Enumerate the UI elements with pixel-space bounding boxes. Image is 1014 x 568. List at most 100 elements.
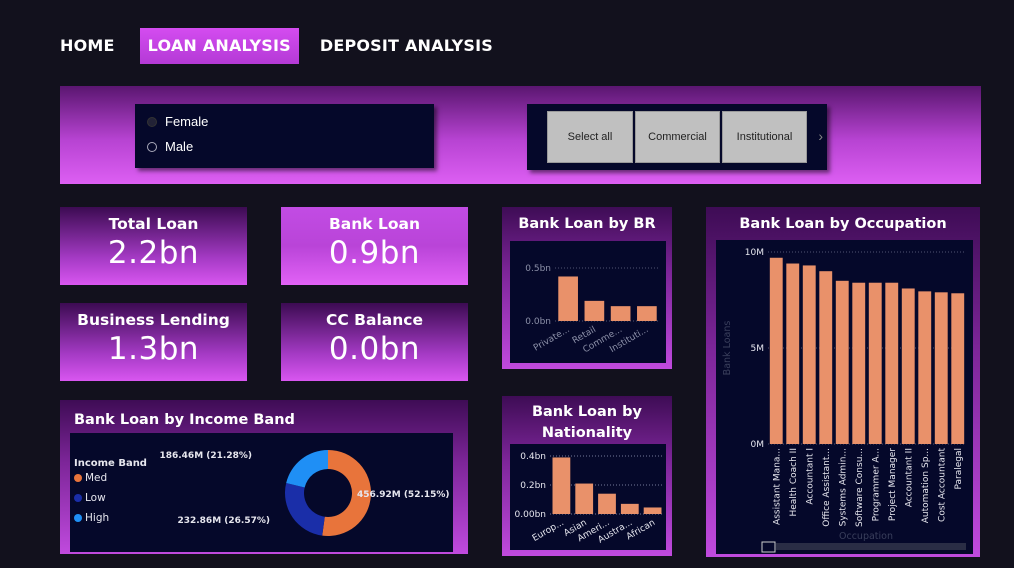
bar[interactable] xyxy=(835,280,849,444)
y-tick-label: 5M xyxy=(751,344,765,354)
bar[interactable] xyxy=(637,306,657,321)
bar[interactable] xyxy=(951,293,965,444)
chart-title: Bank Loan by Income Band xyxy=(74,412,295,428)
x-tick-label: Health Coach II xyxy=(789,448,799,517)
nationality-bar-chart: 0.00bn0.2bn0.4bnEurop...AsianAmeri...Aus… xyxy=(515,452,664,546)
kpi-title: Total Loan xyxy=(108,215,199,233)
x-tick-label: Assistant Mana... xyxy=(772,448,782,525)
tab-home[interactable]: HOME xyxy=(52,28,123,64)
income-band-card: Bank Loan by Income Band Income Band Med… xyxy=(60,400,468,554)
bar[interactable] xyxy=(610,306,631,321)
bar[interactable] xyxy=(918,291,932,444)
kpi-title: Bank Loan xyxy=(328,215,421,233)
chart-title: Bank Loan by BR xyxy=(518,216,656,232)
kpi-value: 0.0bn xyxy=(328,331,421,367)
kpi-value: 2.2bn xyxy=(107,235,200,271)
tile-commercial[interactable]: Commercial xyxy=(635,111,720,163)
scrollbar-handle[interactable] xyxy=(761,541,776,553)
slicer-band: Female Male Select all Commercial Instit… xyxy=(60,86,981,184)
kpi-title: Business Lending xyxy=(77,311,230,329)
y-tick-label: 0.5bn xyxy=(525,264,551,274)
gender-option-label: Female xyxy=(165,114,209,129)
x-tick-label: Europ... xyxy=(531,518,566,544)
bar[interactable] xyxy=(552,457,571,514)
occupation-card: Bank Loan by Occupation 0M 5M 10M Assistant… xyxy=(706,207,980,557)
occupation-chart[interactable]: 0M 5M 10M Assistant Mana... Health Coach II A… xyxy=(716,240,973,554)
nationality-card: Bank Loan by Nationality 0.00bn 0.2bn 0.4b… xyxy=(502,396,672,556)
legend-marker xyxy=(74,494,82,502)
br-bar-chart: 0.0bn0.5bnPrivate... RetailComme...Instit… xyxy=(525,264,660,355)
kpi-value: 1.3bn xyxy=(107,331,200,367)
kpi-business-lending: Business Lending 1.3bn xyxy=(60,303,247,381)
donut-slice-high[interactable] xyxy=(286,450,328,488)
tile-select-all[interactable]: Select all xyxy=(547,111,633,163)
y-tick-label: 0.0bn xyxy=(525,317,551,327)
x-tick-label: Systems Admin... xyxy=(838,448,848,526)
chevron-right-icon[interactable]: › xyxy=(818,128,823,144)
kpi-value: 0.9bn xyxy=(328,235,421,271)
bar[interactable] xyxy=(575,483,594,514)
gender-slicer: Female Male xyxy=(135,104,434,168)
radio-unselected-icon[interactable] xyxy=(147,141,157,152)
y-tick-label: 0.4bn xyxy=(520,452,546,462)
tab-deposit-analysis[interactable]: DEPOSIT ANALYSIS xyxy=(312,28,501,64)
horizontal-scrollbar[interactable] xyxy=(776,543,966,550)
gender-option-female[interactable]: Female xyxy=(147,114,208,129)
x-tick-label: Programmer A... xyxy=(871,448,881,521)
br-card: Bank Loan by BR 0.0bn 0.5bn Private... Reta… xyxy=(502,207,672,369)
chart-title: Bank Loan by Occupation xyxy=(739,216,947,232)
legend-item-low[interactable]: Low xyxy=(85,492,106,504)
income-band-chart[interactable]: Income Band Med Low High 456.92M (52.15%) 2… xyxy=(70,433,453,552)
bar[interactable] xyxy=(868,282,882,444)
legend-item-high[interactable]: High xyxy=(85,512,109,524)
chart-title: Bank Loan by Nationality xyxy=(531,404,643,441)
kpi-cc-balance: CC Balance 0.0bn xyxy=(281,303,468,381)
x-tick-label: Cost Accountant xyxy=(937,448,947,522)
y-tick-label: 0.2bn xyxy=(520,481,546,491)
bar[interactable] xyxy=(802,265,816,444)
gender-option-label: Male xyxy=(165,139,194,154)
kpi-bank-loan: Bank Loan 0.9bn xyxy=(281,207,468,285)
legend-item-med[interactable]: Med xyxy=(85,472,107,484)
donut-slice-low[interactable] xyxy=(285,483,325,536)
y-tick-label: 0.00bn xyxy=(515,510,546,520)
x-tick-label: Automation Sp... xyxy=(921,448,931,523)
x-axis-title: Occupation xyxy=(839,531,893,542)
radio-selected-icon[interactable] xyxy=(147,116,157,127)
x-tick-label: Software Consu... xyxy=(855,448,865,527)
bar[interactable] xyxy=(934,292,948,444)
x-tick-label: Project Manager xyxy=(888,448,898,521)
bar[interactable] xyxy=(786,263,800,444)
purpose-tile-slicer: Select all Commercial Institutional › xyxy=(527,104,827,170)
x-tick-label: Accountant I xyxy=(805,448,815,505)
bar[interactable] xyxy=(769,257,783,444)
bar[interactable] xyxy=(643,507,662,514)
tab-loan-analysis[interactable]: LOAN ANALYSIS xyxy=(139,28,299,64)
legend-marker xyxy=(74,514,82,522)
bar[interactable] xyxy=(558,276,578,321)
bar[interactable] xyxy=(584,300,605,321)
data-label: 456.92M (52.15%) xyxy=(357,490,450,500)
x-tick-label: Office Assistant... xyxy=(822,448,832,527)
occupation-bar-chart: 0M 5M 10M Assistant Mana... Health Coach II A… xyxy=(722,248,966,553)
bar[interactable] xyxy=(598,493,616,514)
data-label: 232.86M (26.57%) xyxy=(177,516,270,526)
x-tick-label: Accountant II xyxy=(904,448,914,507)
legend-title: Income Band xyxy=(74,458,147,469)
tile-institutional[interactable]: Institutional xyxy=(722,111,807,163)
top-nav: HOME LOAN ANALYSIS DEPOSIT ANALYSIS xyxy=(52,28,501,64)
nationality-chart[interactable]: 0.00bn 0.2bn 0.4bn Europ... Asian Ameri... Aus… xyxy=(510,444,666,550)
bar[interactable] xyxy=(852,282,866,444)
bar[interactable] xyxy=(819,271,833,444)
bar[interactable] xyxy=(885,282,899,444)
x-tick-label: Paralegal xyxy=(954,448,964,490)
y-tick-label: 0M xyxy=(751,440,765,450)
gender-option-male[interactable]: Male xyxy=(147,139,193,154)
kpi-title: CC Balance xyxy=(326,311,423,329)
y-tick-label: 10M xyxy=(745,248,764,258)
br-chart[interactable]: 0.0bn 0.5bn Private... Retail Comme... Instit… xyxy=(510,241,666,363)
x-tick-label: Private... xyxy=(532,325,572,354)
bar[interactable] xyxy=(901,288,915,444)
donut-chart: Income Band Med Low High 456.92M (52.15%) 2… xyxy=(74,450,450,536)
bar[interactable] xyxy=(620,503,639,514)
